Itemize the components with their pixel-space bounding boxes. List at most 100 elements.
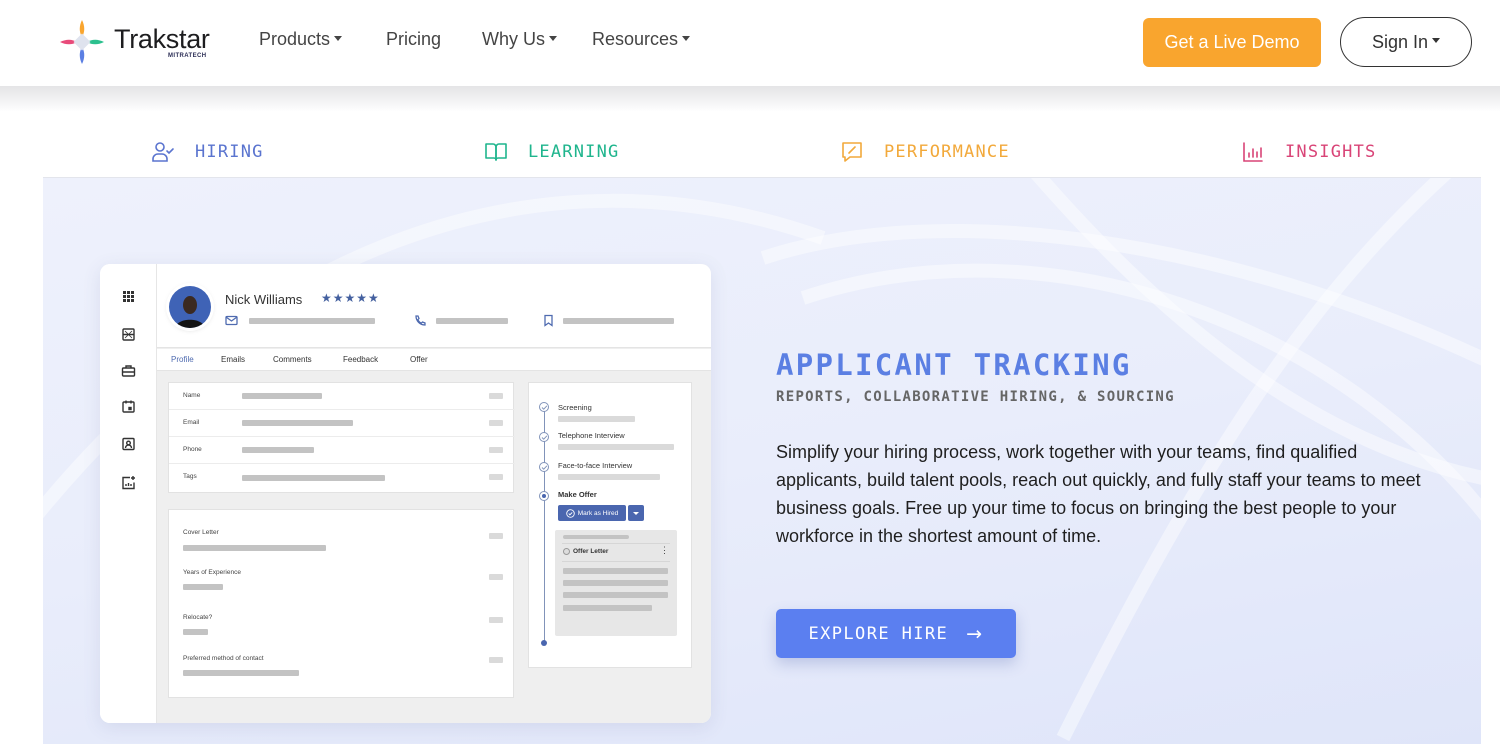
profile-fields-card: Name Email Phone Tags <box>168 382 515 493</box>
question-label: Preferred method of contact <box>183 655 264 662</box>
message-edit-icon <box>842 142 862 162</box>
sign-in-button[interactable]: Sign In <box>1340 17 1472 67</box>
nav-resources[interactable]: Resources <box>592 29 691 50</box>
application-questions-card: Cover Letter Years of Experience Relocat… <box>168 509 514 698</box>
bookmark-icon <box>544 314 553 327</box>
mark-as-hired-button[interactable]: Mark as Hired <box>558 505 626 521</box>
offer-letter-label: Offer Letter <box>573 548 609 555</box>
field-value-bar <box>242 393 322 399</box>
source-placeholder-bar <box>563 318 674 324</box>
answer-bar <box>183 545 326 551</box>
field-row: Name <box>169 383 515 410</box>
mockup-tab-profile[interactable]: Profile <box>171 355 194 364</box>
user-check-icon <box>152 142 174 162</box>
briefcase-icon[interactable] <box>121 363 136 378</box>
field-value-bar <box>242 447 314 453</box>
field-action-bar <box>489 393 503 399</box>
stage-detail-bar <box>558 416 635 422</box>
mail-icon <box>225 315 238 326</box>
stage-label: Telephone Interview <box>558 431 625 440</box>
grid-icon[interactable] <box>121 289 136 304</box>
field-label: Phone <box>183 446 202 453</box>
answer-action-bar <box>489 657 503 663</box>
field-label: Name <box>183 392 201 399</box>
field-label: Tags <box>183 473 197 480</box>
offer-text-bar <box>563 580 668 586</box>
nav-pricing[interactable]: Pricing <box>386 29 441 50</box>
hired-options-dropdown[interactable] <box>628 505 644 521</box>
hero-subtitle: REPORTS, COLLABORATIVE HIRING, & SOURCIN… <box>776 389 1175 405</box>
mockup-tab-comments[interactable]: Comments <box>273 355 312 364</box>
phone-icon <box>415 315 426 326</box>
mockup-tab-emails[interactable]: Emails <box>221 355 245 364</box>
tab-learning[interactable]: LEARNING <box>484 140 619 164</box>
caret-down-icon <box>334 35 343 41</box>
report-add-icon[interactable] <box>121 475 136 490</box>
caret-down-icon <box>682 35 691 41</box>
field-value-bar <box>242 420 353 426</box>
header-shadow <box>0 86 1500 112</box>
tab-performance[interactable]: PERFORMANCE <box>840 140 1010 164</box>
offer-text-bar <box>563 592 668 598</box>
get-live-demo-button[interactable]: Get a Live Demo <box>1143 18 1321 67</box>
arrow-right-icon: → <box>966 622 984 645</box>
sign-in-label: Sign In <box>1371 31 1429 52</box>
offer-header-bar <box>563 535 629 539</box>
ats-app-mockup: Nick Williams ★★★★★ Profile Emails Comme… <box>100 264 711 723</box>
tab-insights[interactable]: INSIGHTS <box>1241 140 1376 164</box>
stage-label: Screening <box>558 403 592 412</box>
answer-action-bar <box>489 533 503 539</box>
answer-action-bar <box>489 574 503 580</box>
pipeline-track-line <box>543 407 545 643</box>
candidate-name: Nick Williams <box>225 292 303 307</box>
pipeline-stages-card: Screening Telephone Interview Face-to-fa… <box>528 382 692 668</box>
hero-title: APPLICANT TRACKING <box>776 348 1132 382</box>
explore-hire-button[interactable]: EXPLORE HIRE → <box>776 609 1016 658</box>
logo-wordmark: Trakstar <box>114 24 210 54</box>
caret-down-icon <box>549 35 557 41</box>
tab-insights-label: INSIGHTS <box>1285 142 1377 162</box>
stage-check-icon <box>539 462 549 472</box>
tab-hiring[interactable]: HIRING <box>151 140 264 164</box>
inbox-icon[interactable] <box>121 327 136 342</box>
nav-products[interactable]: Products <box>259 29 343 50</box>
candidate-rating-stars: ★★★★★ <box>321 291 380 305</box>
field-label: Email <box>183 419 200 426</box>
offer-text-bar <box>563 605 652 611</box>
offer-letter-panel: Offer Letter ⋮ <box>555 530 677 636</box>
answer-bar <box>183 629 208 635</box>
field-row: Email <box>169 410 515 437</box>
mockup-tab-offer[interactable]: Offer <box>410 355 428 364</box>
tab-learning-label: LEARNING <box>528 142 620 162</box>
field-action-bar <box>489 474 503 480</box>
nav-why-us-label: Why Us <box>482 29 545 49</box>
field-action-bar <box>489 420 503 426</box>
trakstar-logo[interactable]: Trakstar MITRATECH <box>58 18 223 68</box>
mockup-tab-feedback[interactable]: Feedback <box>343 355 378 364</box>
nav-pricing-label: Pricing <box>386 29 442 49</box>
product-category-tabs: HIRING LEARNING PERFORMANCE INSIGHTS <box>43 128 1481 178</box>
email-placeholder-bar <box>249 318 375 324</box>
tab-performance-label: PERFORMANCE <box>884 142 1010 162</box>
mockup-main: Nick Williams ★★★★★ Profile Emails Comme… <box>157 264 711 723</box>
logo-subtitle: MITRATECH <box>168 53 207 59</box>
nav-products-label: Products <box>259 29 331 49</box>
divider <box>562 543 670 544</box>
field-value-bar <box>242 475 385 481</box>
document-icon <box>563 548 570 555</box>
divider <box>562 561 670 562</box>
calendar-icon[interactable] <box>121 399 136 414</box>
top-navigation: Trakstar MITRATECH Products Pricing Why … <box>0 0 1500 86</box>
more-vertical-icon[interactable]: ⋮ <box>660 546 669 555</box>
stage-label: Face-to-face Interview <box>558 461 633 470</box>
nav-why-us[interactable]: Why Us <box>482 29 557 50</box>
question-label: Cover Letter <box>183 529 219 536</box>
question-label: Years of Experience <box>183 569 241 576</box>
answer-bar <box>183 584 223 590</box>
id-badge-icon[interactable] <box>121 436 136 451</box>
stage-check-icon <box>539 432 549 442</box>
check-circle-icon <box>566 508 575 518</box>
question-label: Relocate? <box>183 614 213 621</box>
hero-description: Simplify your hiring process, work toget… <box>776 442 1421 546</box>
explore-hire-label: EXPLORE HIRE <box>808 623 949 644</box>
